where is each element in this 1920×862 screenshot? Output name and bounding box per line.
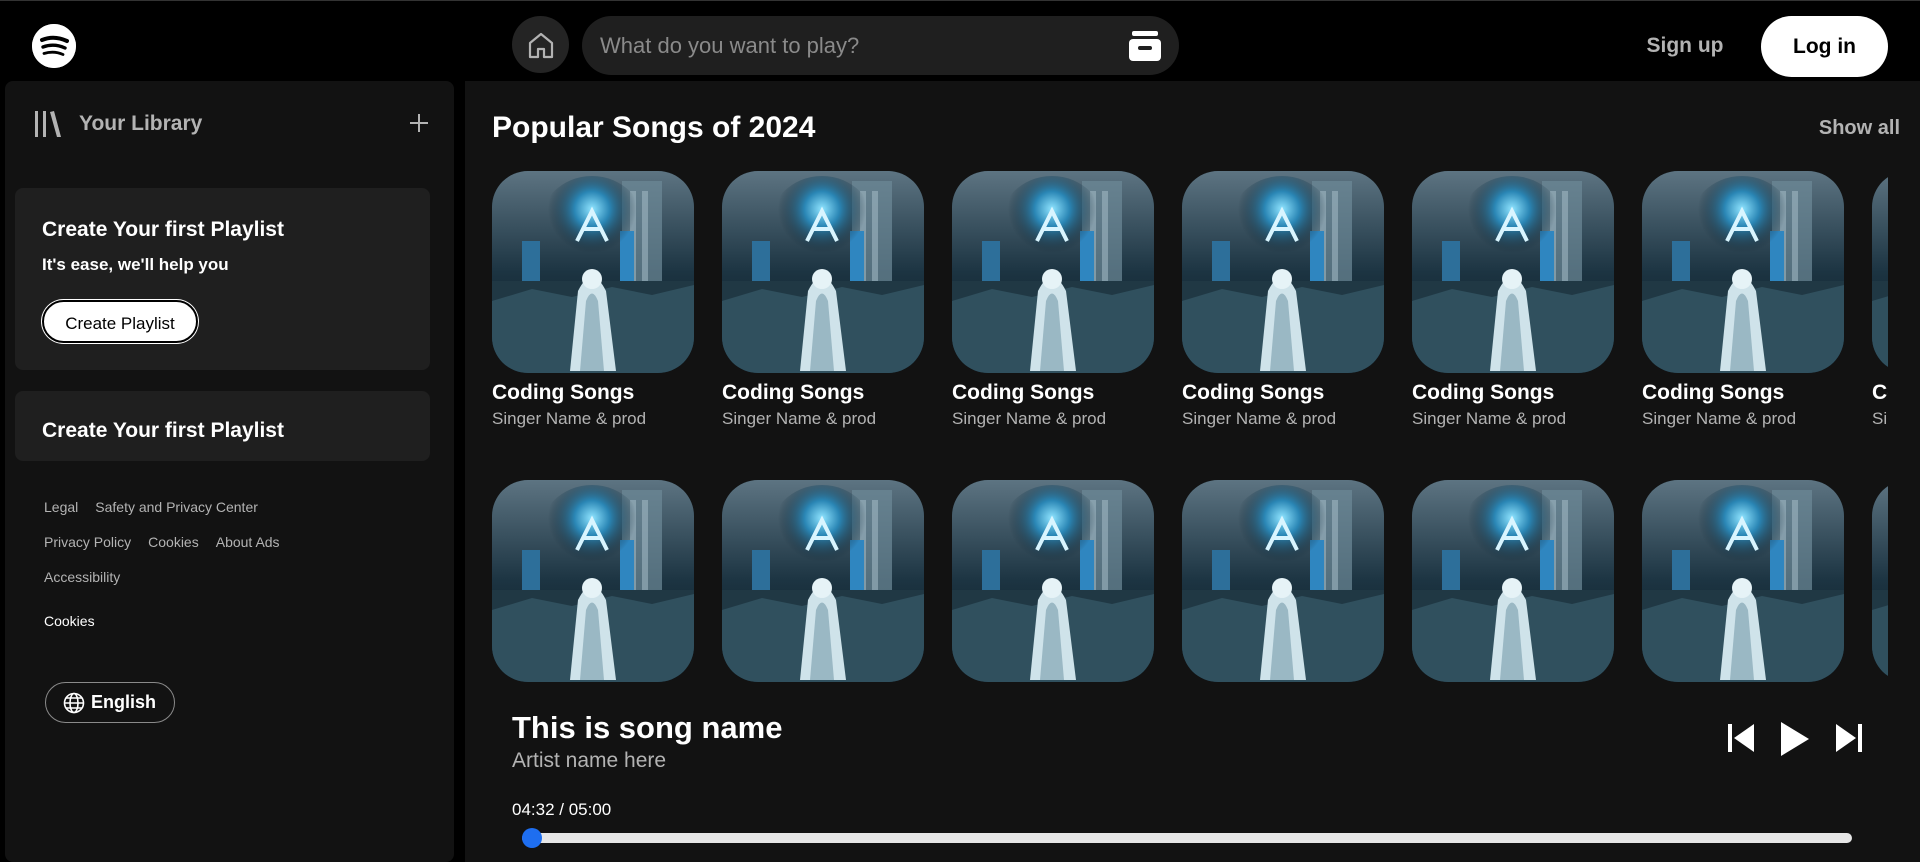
home-button[interactable] [512, 16, 569, 73]
song-card[interactable]: Coding Songs Singer Name & prod [1642, 171, 1844, 429]
main-content: Popular Songs of 2024 Show all Coding So… [465, 81, 1920, 862]
song-card-subtitle: Singer Name & prod [492, 409, 647, 428]
sidebar: Your Library Create Your first Playlist … [5, 81, 454, 862]
show-all-link[interactable]: Show all [1819, 117, 1900, 140]
song-card-subtitle: Singer Name & prod [1412, 409, 1567, 428]
library-title: Your Library [79, 112, 203, 135]
song-card-subtitle: Singer Name & prod [1872, 409, 1888, 428]
next-icon[interactable] [1833, 719, 1865, 757]
footer-row: Privacy Policy Cookies About Ads [44, 532, 424, 567]
song-card[interactable]: Coding Songs Singer Name & prod [1872, 171, 1888, 429]
song-row [492, 480, 1888, 690]
album-cover[interactable] [952, 480, 1154, 682]
promo-title-2: Create Your first Playlist [42, 419, 284, 442]
section-title: Popular Songs of 2024 [492, 111, 816, 144]
album-cover[interactable] [1642, 171, 1844, 373]
plus-icon[interactable] [407, 111, 431, 135]
song-card[interactable] [1412, 480, 1614, 690]
time-display: 04:32 / 05:00 [512, 800, 612, 819]
create-playlist-card-2: Create Your first Playlist [15, 391, 430, 461]
footer-row: Accessibility [44, 567, 424, 602]
song-name: This is song name [512, 710, 783, 745]
song-card[interactable]: Coding Songs Singer Name & prod [1412, 171, 1614, 429]
song-card[interactable]: Coding Songs Singer Name & prod [1182, 171, 1384, 429]
footer-links: Legal Safety and Privacy Center Privacy … [44, 497, 424, 602]
create-playlist-button[interactable]: Create Playlist [42, 300, 198, 343]
search-bar [582, 16, 1179, 75]
language-button[interactable]: English [45, 682, 175, 723]
song-card-title: Coding Songs [1182, 381, 1325, 404]
song-grid: Coding Songs Singer Name & prod Coding So… [492, 171, 1888, 771]
spotify-logo-icon[interactable] [32, 24, 76, 68]
footer-link-safety[interactable]: Safety and Privacy Center [95, 497, 258, 532]
song-card[interactable]: Coding Songs Singer Name & prod [952, 171, 1154, 429]
song-card[interactable]: Coding Songs Singer Name & prod [492, 171, 694, 429]
album-cover[interactable] [722, 480, 924, 682]
song-card-title: Coding Songs [492, 381, 635, 404]
home-icon [528, 32, 553, 58]
signup-button[interactable]: Sign up [1630, 29, 1740, 63]
album-cover[interactable] [492, 171, 694, 373]
globe-icon [63, 692, 85, 713]
song-card[interactable] [952, 480, 1154, 690]
album-cover[interactable] [1412, 480, 1614, 682]
album-cover[interactable] [722, 171, 924, 373]
play-icon[interactable] [1776, 719, 1812, 759]
song-card-title: Coding Songs [722, 381, 865, 404]
footer-link-cookies[interactable]: Cookies [148, 532, 199, 567]
song-card-title: Coding Songs [1412, 381, 1555, 404]
album-cover[interactable] [1412, 171, 1614, 373]
top-bar: Sign up Log in [0, 0, 1920, 82]
language-label: English [91, 692, 157, 712]
artist-name: Artist name here [512, 749, 667, 772]
song-card[interactable] [1872, 480, 1888, 690]
library-icon [35, 111, 61, 137]
song-card-subtitle: Singer Name & prod [1182, 409, 1337, 428]
song-card[interactable] [1642, 480, 1844, 690]
song-card-subtitle: Singer Name & prod [1642, 409, 1797, 428]
song-card[interactable] [1182, 480, 1384, 690]
footer-link-privacy[interactable]: Privacy Policy [44, 532, 131, 567]
album-cover[interactable] [1642, 480, 1844, 682]
browse-icon[interactable] [1127, 29, 1163, 63]
footer-row: Legal Safety and Privacy Center [44, 497, 424, 532]
library-header[interactable]: Your Library [33, 107, 202, 141]
song-card[interactable] [492, 480, 694, 690]
progress-bar[interactable] [522, 828, 1852, 848]
footer-link-about-ads[interactable]: About Ads [216, 532, 280, 567]
album-cover[interactable] [492, 480, 694, 682]
promo-subtitle: It's ease, we'll help you [42, 255, 229, 274]
album-cover[interactable] [1182, 171, 1384, 373]
song-card-title: Coding Songs [1872, 381, 1888, 404]
player-controls [1725, 719, 1865, 759]
song-card-title: Coding Songs [1642, 381, 1785, 404]
login-button[interactable]: Log in [1761, 16, 1888, 77]
song-row: Coding Songs Singer Name & prod Coding So… [492, 171, 1888, 429]
previous-icon[interactable] [1725, 719, 1757, 757]
album-cover[interactable] [1872, 171, 1888, 373]
song-card[interactable] [722, 480, 924, 690]
promo-title: Create Your first Playlist [42, 218, 284, 241]
song-card[interactable]: Coding Songs Singer Name & prod [722, 171, 924, 429]
create-playlist-card: Create Your first Playlist It's ease, we… [15, 188, 430, 370]
song-card-subtitle: Singer Name & prod [952, 409, 1107, 428]
album-cover[interactable] [952, 171, 1154, 373]
footer-link-accessibility[interactable]: Accessibility [44, 567, 120, 602]
cookies-link[interactable]: Cookies [44, 613, 95, 629]
song-card-title: Coding Songs [952, 381, 1095, 404]
album-cover[interactable] [1872, 480, 1888, 682]
album-cover[interactable] [1182, 480, 1384, 682]
search-input[interactable] [600, 16, 1100, 75]
song-card-subtitle: Singer Name & prod [722, 409, 877, 428]
footer-link-legal[interactable]: Legal [44, 497, 78, 532]
progress-thumb[interactable] [522, 828, 542, 848]
